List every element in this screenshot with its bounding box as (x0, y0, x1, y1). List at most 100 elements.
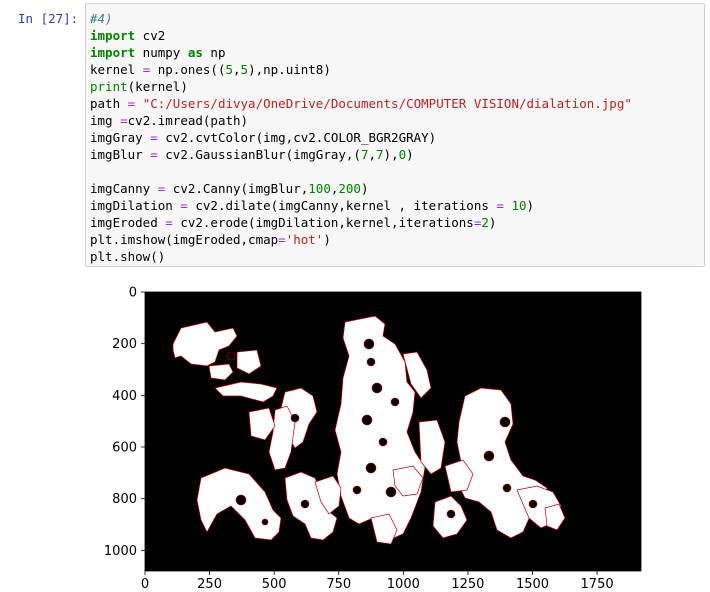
blob-hole (300, 499, 310, 509)
x-tick-label: 750 (326, 577, 351, 588)
y-tick-label: 600 (112, 441, 137, 456)
code-line: path = "C:/Users/divya/OneDrive/Document… (90, 95, 704, 112)
code-token: ) (526, 198, 535, 213)
code-token: = (278, 232, 286, 247)
code-token: 7 (376, 147, 384, 162)
code-token: ), (383, 147, 399, 162)
code-token: 200 (338, 181, 361, 196)
code-token: ) (323, 232, 331, 247)
blob-hole (363, 338, 375, 350)
code-line: plt.imshow(imgEroded,cmap='hot') (90, 231, 704, 248)
code-token: imgGray (90, 130, 151, 145)
code-token: 5 (240, 62, 249, 77)
blob-hole (502, 483, 512, 493)
code-token: cv2 (135, 28, 166, 43)
code-token: 5 (225, 62, 234, 77)
code-editor[interactable]: #4) import cv2 import numpy as np kernel = … (85, 3, 705, 267)
code-token: cv2.cvtColor(img,cv2.COLOR_BGR2GRAY) (157, 130, 437, 145)
blob-hole (235, 494, 247, 506)
code-token: img (90, 113, 121, 128)
code-line: kernel = np.ones((5,5),np.uint8) (90, 61, 704, 78)
code-token: = (150, 130, 158, 145)
code-token: imgDilation (90, 198, 181, 213)
imshow-figure: 0 250 500 750 1000 1250 1500 1750 0 200 400 600 800… (104, 286, 642, 592)
code-line: imgEroded = cv2.erode(imgDilation,kernel… (90, 214, 704, 231)
y-tick-label: 0 (129, 286, 137, 301)
blob-hole (226, 351, 236, 361)
y-tick-label: 800 (112, 492, 137, 507)
y-tick-label: 400 (112, 389, 137, 404)
code-token: plt.show() (90, 249, 166, 264)
code-token: plt.imshow(imgEroded,cmap (90, 232, 279, 247)
y-axis: 0 200 400 600 800 1000 (104, 286, 145, 559)
code-token: np.ones(( (150, 62, 226, 77)
blob-hole (499, 416, 511, 428)
x-tick-label: 500 (262, 577, 287, 588)
code-token: ) (406, 147, 414, 162)
code-line: plt.show() (90, 248, 704, 265)
code-line: imgBlur = cv2.GaussianBlur(imgGray,(7,7)… (90, 146, 704, 163)
blob-hole (361, 414, 373, 426)
code-line: #4) (90, 10, 704, 27)
x-axis: 0 250 500 750 1000 1250 1500 1750 (141, 571, 614, 592)
code-token: cv2.erode(imgDilation,kernel,iterations (172, 215, 474, 230)
code-token: 0 (398, 147, 407, 162)
code-token: 2 (481, 215, 489, 230)
code-token: cv2.Canny(imgBlur, (165, 181, 309, 196)
code-token: "C:/Users/divya/OneDrive/Documents/COMPU… (142, 96, 632, 111)
code-token: #4) (90, 11, 113, 26)
code-token: (kernel) (127, 79, 188, 94)
code-line: imgCanny = cv2.Canny(imgBlur,100,200) (90, 180, 704, 197)
notebook-code-cell: In [27]: #4) import cv2 import numpy as np… (0, 0, 710, 592)
blob-hole (371, 382, 383, 394)
code-token: np (202, 45, 226, 60)
blob-hole (352, 485, 362, 495)
code-token: = (150, 147, 158, 162)
code-token: print (90, 79, 128, 94)
code-token: ) (488, 215, 497, 230)
x-tick-label: 1250 (451, 577, 484, 588)
y-tick-label: 1000 (104, 544, 137, 559)
blob-hole (261, 518, 269, 526)
code-token: numpy (135, 45, 188, 60)
x-tick-label: 0 (141, 577, 149, 588)
code-line: img =cv2.imread(path) (90, 112, 704, 129)
code-token: as (187, 45, 203, 60)
y-tick-label: 200 (112, 337, 137, 352)
code-token: 10 (511, 198, 527, 213)
code-line: print(kernel) (90, 78, 704, 95)
x-tick-label: 250 (197, 577, 222, 588)
code-token: imgCanny (90, 181, 158, 196)
code-token: = (496, 198, 504, 213)
code-token: = (120, 113, 128, 128)
blob-hole (483, 450, 495, 462)
blob-hole (385, 486, 397, 498)
blob-hole (378, 437, 388, 447)
code-line: imgGray = cv2.cvtColor(img,cv2.COLOR_BGR… (90, 129, 704, 146)
code-token: path (90, 96, 128, 111)
code-token: = (165, 215, 173, 230)
code-token: 100 (308, 181, 331, 196)
x-tick-label: 1000 (387, 577, 420, 588)
x-tick-label: 1500 (516, 577, 549, 588)
code-token: , (368, 147, 377, 162)
blob-hole (446, 509, 456, 519)
blob-hole (366, 357, 376, 367)
code-token: import (90, 28, 136, 43)
blob-hole (390, 397, 400, 407)
code-token: = (180, 198, 188, 213)
code-line: import cv2 (90, 27, 704, 44)
code-token: cv2.imread(path) (127, 113, 249, 128)
code-token: cv2.dilate(imgCanny,kernel , iterations (187, 198, 497, 213)
code-token: ),np.uint8) (248, 62, 331, 77)
code-token: imgEroded (90, 215, 166, 230)
x-tick-label: 1750 (581, 577, 614, 588)
code-token: cv2.GaussianBlur(imgGray,( (157, 147, 361, 162)
code-token: kernel (90, 62, 143, 77)
output-area: 0 250 500 750 1000 1250 1500 1750 0 200 400 600 800… (85, 270, 710, 592)
input-prompt: In [27]: (18, 11, 79, 26)
blob-hole (365, 462, 377, 474)
code-token: import (90, 45, 136, 60)
